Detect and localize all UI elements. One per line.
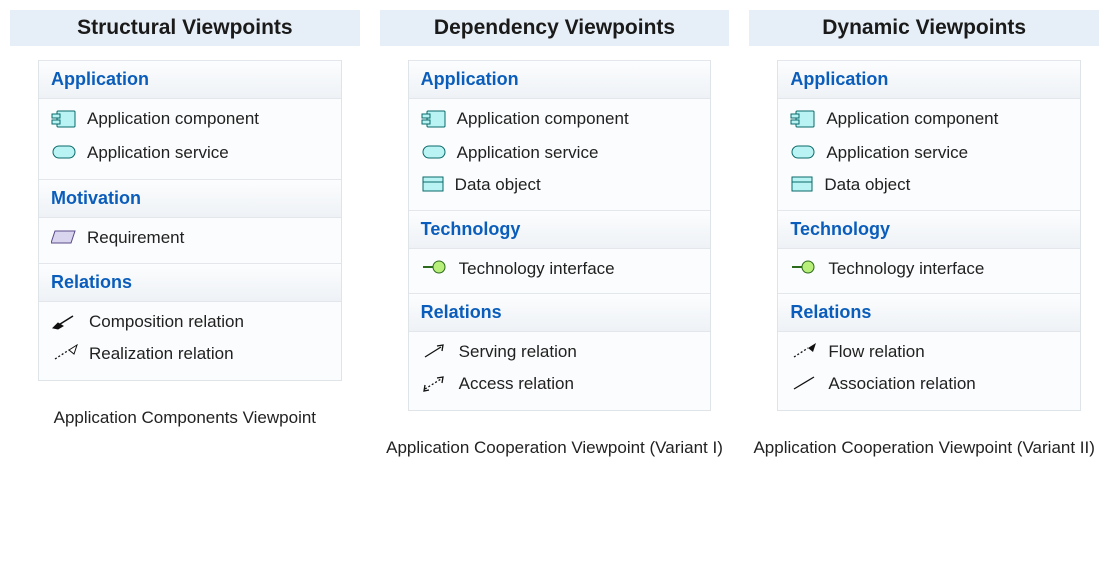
tech-interface-icon <box>421 258 449 282</box>
palette-item-label: Application component <box>87 108 307 130</box>
palette-item[interactable]: Requirement <box>47 224 333 256</box>
palette-item[interactable]: Application component <box>786 105 1072 139</box>
column-1: Dependency ViewpointsApplicationApplicat… <box>380 10 730 460</box>
palette-item[interactable]: Realization relation <box>47 340 333 372</box>
section-title: Relations <box>39 263 341 302</box>
section-title: Application <box>409 60 711 99</box>
requirement-icon <box>51 227 77 253</box>
section-items: Application component Application service… <box>778 99 1080 210</box>
palette-item-label: Application service <box>457 142 677 164</box>
palette-panel: ApplicationApplication componentApplicat… <box>777 60 1081 411</box>
section-items: Application component Application service <box>39 99 341 179</box>
palette-item-label: Application service <box>826 142 1046 164</box>
palette-item[interactable]: Application service <box>417 139 703 171</box>
palette-item[interactable]: Technology interface <box>417 255 703 285</box>
palette-item-label: Flow relation <box>828 341 1048 363</box>
flow-icon <box>790 341 818 367</box>
palette-item-label: Technology interface <box>459 258 679 280</box>
palette-item[interactable]: Data object <box>786 171 1072 203</box>
column-caption: Application Components Viewpoint <box>10 407 360 430</box>
palette-item-label: Requirement <box>87 227 307 249</box>
section-items: Application component Application service… <box>409 99 711 210</box>
section-items: Requirement <box>39 218 341 264</box>
column-2: Dynamic ViewpointsApplicationApplication… <box>749 10 1099 460</box>
section-title: Relations <box>409 293 711 332</box>
serving-icon <box>421 341 449 367</box>
column-caption: Application Cooperation Viewpoint (Varia… <box>380 437 730 460</box>
column-header: Structural Viewpoints <box>10 10 360 46</box>
palette-item-label: Data object <box>824 174 1044 196</box>
palette-item[interactable]: Serving relation <box>417 338 703 370</box>
palette-item[interactable]: Application component <box>47 105 333 139</box>
section-items: Composition relation Realization relation <box>39 302 341 380</box>
palette-item[interactable]: Technology interface <box>786 255 1072 285</box>
section-title: Motivation <box>39 179 341 218</box>
palette-panel: ApplicationApplication componentApplicat… <box>408 60 712 411</box>
section-items: Flow relation Association relation <box>778 332 1080 410</box>
column-header: Dynamic Viewpoints <box>749 10 1099 46</box>
palette-item-label: Realization relation <box>89 343 309 365</box>
section-title: Technology <box>778 210 1080 249</box>
palette-item-label: Access relation <box>459 373 679 395</box>
tech-interface-icon <box>790 258 818 282</box>
palette-item[interactable]: Access relation <box>417 370 703 402</box>
column-header: Dependency Viewpoints <box>380 10 730 46</box>
app-component-icon <box>790 108 816 136</box>
palette-item-label: Application service <box>87 142 307 164</box>
association-icon <box>790 373 818 399</box>
palette-item-label: Association relation <box>828 373 1048 395</box>
palette-item-label: Serving relation <box>459 341 679 363</box>
access-icon <box>421 373 449 399</box>
realization-icon <box>51 343 79 369</box>
palette-item[interactable]: Application component <box>417 105 703 139</box>
palette-item-label: Application component <box>826 108 1046 130</box>
data-object-icon <box>421 174 445 200</box>
palette-item[interactable]: Composition relation <box>47 308 333 340</box>
section-title: Application <box>778 60 1080 99</box>
palette-item-label: Technology interface <box>828 258 1048 280</box>
section-title: Technology <box>409 210 711 249</box>
palette-item[interactable]: Application service <box>786 139 1072 171</box>
palette-item[interactable]: Application service <box>47 139 333 171</box>
palette-panel: ApplicationApplication componentApplicat… <box>38 60 342 381</box>
palette-item[interactable]: Association relation <box>786 370 1072 402</box>
section-items: Technology interface <box>409 249 711 293</box>
palette-item-label: Composition relation <box>89 311 309 333</box>
composition-icon <box>51 311 79 337</box>
section-items: Serving relation Access relation <box>409 332 711 410</box>
app-component-icon <box>51 108 77 136</box>
app-service-icon <box>790 142 816 168</box>
palette-item[interactable]: Flow relation <box>786 338 1072 370</box>
section-title: Relations <box>778 293 1080 332</box>
app-service-icon <box>51 142 77 168</box>
app-service-icon <box>421 142 447 168</box>
section-items: Technology interface <box>778 249 1080 293</box>
column-caption: Application Cooperation Viewpoint (Varia… <box>749 437 1099 460</box>
palette-item[interactable]: Data object <box>417 171 703 203</box>
app-component-icon <box>421 108 447 136</box>
palette-item-label: Application component <box>457 108 677 130</box>
data-object-icon <box>790 174 814 200</box>
section-title: Application <box>39 60 341 99</box>
column-0: Structural ViewpointsApplicationApplicat… <box>10 10 360 430</box>
palette-item-label: Data object <box>455 174 675 196</box>
